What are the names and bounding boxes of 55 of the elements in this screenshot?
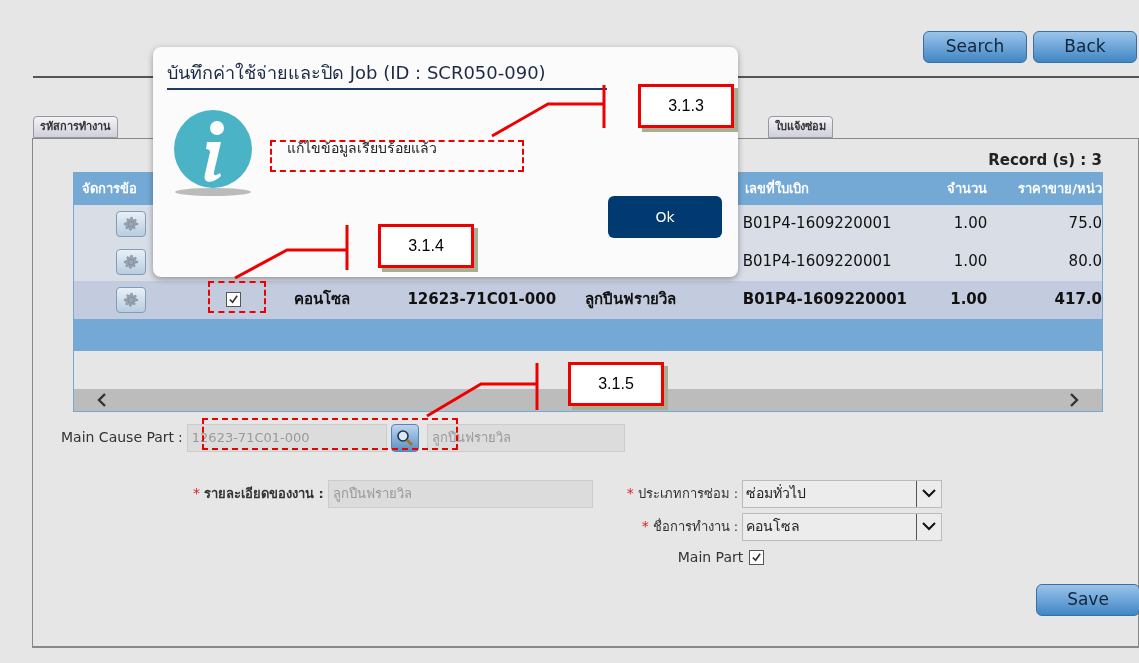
table-row[interactable]: คอนโซล 12623-71C01-000 ลูกปืนฟรายวิล B01P4-1609220001 1.00 417.0 (74, 280, 1102, 319)
checkbox[interactable] (226, 292, 242, 307)
column-header: จำนวน (946, 179, 988, 198)
required-asterisk: * (193, 484, 200, 503)
table-cell-text: คอนโซล (292, 289, 351, 311)
tab[interactable]: ใบแจ้งซ่อม (768, 116, 833, 138)
dialog-title: บันทึกค่าใช้จ่ายและปิด Job (ID : SCR050-090) (167, 59, 607, 90)
settings-button[interactable] (115, 286, 146, 313)
table-cell-text: 1.00 (952, 251, 988, 273)
tab[interactable]: รหัสการทำงาน (33, 116, 118, 138)
table-cell-text: B01P4-1609220001 (742, 251, 893, 273)
required-asterisk: * (641, 517, 649, 536)
toolbar-button[interactable]: Search (923, 31, 1027, 63)
column-header: ราคาขาย/หน่ว (1017, 179, 1102, 198)
checkbox[interactable] (749, 550, 765, 565)
chevron-right-icon (1068, 392, 1080, 407)
ok-button[interactable]: Ok (608, 196, 722, 238)
highlight-frame (208, 281, 266, 313)
table-cell-text: 1.00 (952, 213, 988, 235)
chevron-left-icon (96, 392, 108, 407)
table-cell-text: B01P4-1609220001 (742, 213, 893, 235)
table-cell-text: 1.00 (949, 289, 988, 311)
required-asterisk: * (626, 484, 634, 503)
column-header: เลขที่ใบเบิก (743, 178, 810, 198)
table-cell-text: ลูกปืนฟรายวิล (584, 289, 678, 311)
field-label: Main Cause Part (61, 428, 175, 447)
check-icon (751, 552, 763, 563)
field-label: ประเภทการซ่อม : (637, 484, 739, 503)
column-header: จัดการข้อ (81, 179, 138, 198)
toolbar-button[interactable]: Back (1033, 31, 1137, 63)
settings-button[interactable] (115, 210, 146, 237)
gear-icon (121, 290, 140, 309)
field-label: : (178, 428, 183, 447)
magnifier-icon (395, 428, 414, 447)
dropdown[interactable]: คอนโซล (742, 512, 943, 541)
table-cell-text: 12623-71C01-000 (406, 289, 558, 311)
gear-icon (121, 214, 140, 233)
check-icon (228, 294, 240, 305)
chevron-down-icon (922, 522, 937, 531)
table-cell-text: 80.0 (1067, 251, 1102, 273)
chevron-down-icon (922, 489, 937, 498)
table-cell-text: B01P4-1609220001 (742, 289, 909, 311)
record-count: Record (s) : 3 (988, 150, 1102, 171)
gear-icon (121, 252, 140, 271)
field-label: รายละเอียดของงาน : (204, 484, 324, 503)
field-label: Main Part (677, 548, 744, 567)
info-icon (171, 108, 255, 198)
dialog-message: แก้ไขข้อมูลเรียบร้อยแล้ว (287, 139, 437, 159)
table-cell-text: 417.0 (1053, 289, 1102, 311)
search-button[interactable] (390, 423, 419, 452)
settings-button[interactable] (115, 248, 146, 275)
field-label: ชื่อการทำงาน : (652, 517, 739, 536)
dropdown[interactable]: ซ่อมทั่วไป (742, 479, 943, 508)
save-button[interactable]: Save (1036, 583, 1139, 616)
table-cell-text: 75.0 (1067, 213, 1102, 235)
